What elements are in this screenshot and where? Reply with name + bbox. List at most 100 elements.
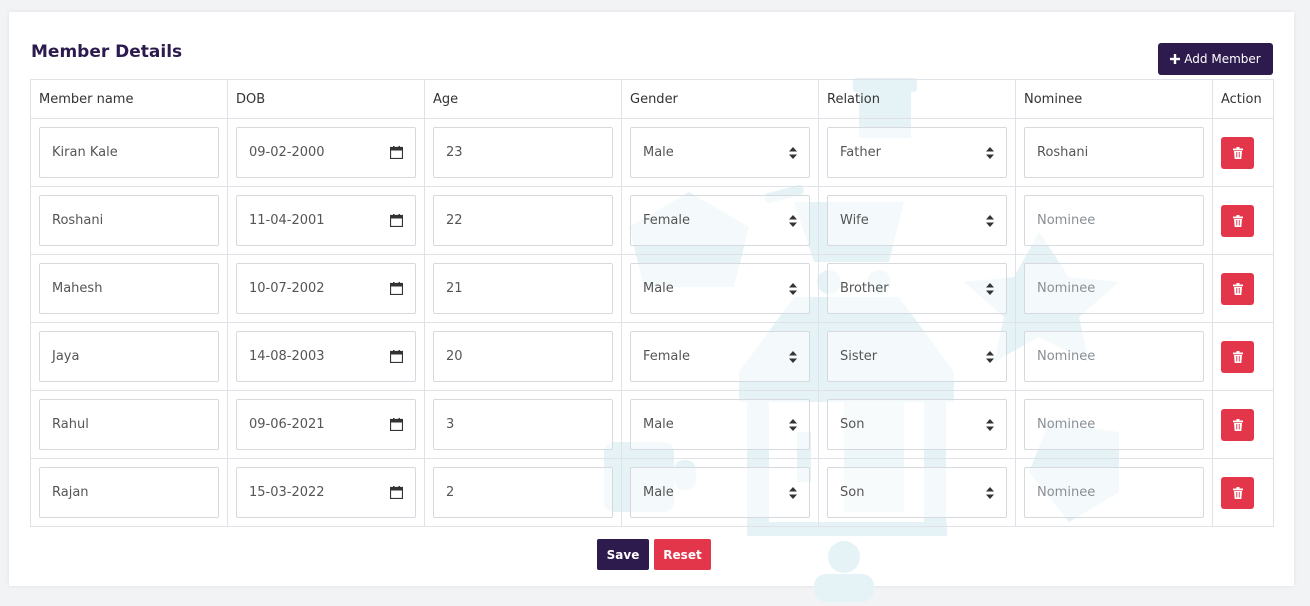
gender-select[interactable]: Male — [630, 127, 810, 178]
dob-input[interactable]: 11-04-2001 — [236, 195, 416, 246]
trash-icon — [1232, 350, 1243, 363]
member-name-input[interactable]: Mahesh — [39, 263, 219, 314]
cell-nominee: Nominee — [1015, 458, 1213, 527]
member-name-value: Roshani — [52, 213, 104, 228]
nominee-value: Roshani — [1037, 145, 1089, 160]
relation-select[interactable]: Brother — [827, 263, 1007, 314]
dob-input[interactable]: 09-02-2000 — [236, 127, 416, 178]
cell-gender: Female — [621, 322, 819, 391]
select-arrows-icon — [789, 146, 797, 159]
cell-relation: Brother — [818, 254, 1016, 323]
gender-select[interactable]: Male — [630, 399, 810, 450]
dob-value: 11-04-2001 — [249, 213, 325, 228]
delete-member-button[interactable] — [1221, 408, 1254, 441]
nominee-input[interactable]: Nominee — [1024, 467, 1204, 518]
trash-icon — [1232, 418, 1243, 431]
header-member-name: Member name — [30, 79, 228, 119]
relation-select[interactable]: Son — [827, 399, 1007, 450]
delete-member-button[interactable] — [1221, 476, 1254, 509]
relation-value: Father — [840, 145, 881, 160]
cell-gender: Male — [621, 458, 819, 527]
nominee-input[interactable]: Nominee — [1024, 263, 1204, 314]
dob-input[interactable]: 09-06-2021 — [236, 399, 416, 450]
member-details-card: Member Details Add Member Member name DO… — [9, 12, 1294, 602]
dob-input[interactable]: 15-03-2022 — [236, 467, 416, 518]
cell-age: 23 — [424, 118, 622, 187]
select-arrows-icon — [789, 350, 797, 363]
member-name-input[interactable]: Kiran Kale — [39, 127, 219, 178]
gender-select[interactable]: Male — [630, 467, 810, 518]
member-name-input[interactable]: Rahul — [39, 399, 219, 450]
gender-select[interactable]: Female — [630, 331, 810, 382]
nominee-value: Nominee — [1037, 213, 1096, 228]
cell-relation: Sister — [818, 322, 1016, 391]
delete-member-button[interactable] — [1221, 340, 1254, 373]
nominee-input[interactable]: Nominee — [1024, 331, 1204, 382]
select-arrows-icon — [986, 146, 994, 159]
calendar-icon[interactable] — [390, 214, 403, 227]
age-input[interactable]: 21 — [433, 263, 613, 314]
trash-icon — [1232, 486, 1243, 499]
header-nominee: Nominee — [1015, 79, 1213, 119]
dob-value: 09-02-2000 — [249, 145, 325, 160]
relation-value: Sister — [840, 349, 878, 364]
gender-value: Female — [643, 349, 691, 364]
member-name-value: Mahesh — [52, 281, 103, 296]
member-name-value: Rajan — [52, 485, 89, 500]
nominee-input[interactable]: Roshani — [1024, 127, 1204, 178]
age-value: 21 — [446, 281, 463, 296]
table-header-row: Member name DOB Age Gender Relation Nomi… — [30, 79, 1274, 119]
calendar-icon[interactable] — [390, 282, 403, 295]
add-member-button[interactable]: Add Member — [1158, 43, 1273, 75]
relation-select[interactable]: Son — [827, 467, 1007, 518]
relation-select[interactable]: Father — [827, 127, 1007, 178]
header-gender: Gender — [621, 79, 819, 119]
header-relation: Relation — [818, 79, 1016, 119]
dob-value: 09-06-2021 — [249, 417, 325, 432]
nominee-input[interactable]: Nominee — [1024, 399, 1204, 450]
cell-member-name: Kiran Kale — [30, 118, 228, 187]
age-value: 22 — [446, 213, 463, 228]
gender-select[interactable]: Male — [630, 263, 810, 314]
nominee-value: Nominee — [1037, 485, 1096, 500]
relation-select[interactable]: Wife — [827, 195, 1007, 246]
member-name-input[interactable]: Jaya — [39, 331, 219, 382]
age-input[interactable]: 23 — [433, 127, 613, 178]
delete-member-button[interactable] — [1221, 136, 1254, 169]
member-name-input[interactable]: Rajan — [39, 467, 219, 518]
age-input[interactable]: 22 — [433, 195, 613, 246]
header-dob: DOB — [227, 79, 425, 119]
relation-select[interactable]: Sister — [827, 331, 1007, 382]
age-input[interactable]: 3 — [433, 399, 613, 450]
gender-value: Male — [643, 145, 674, 160]
save-button[interactable]: Save — [597, 539, 649, 570]
age-input[interactable]: 20 — [433, 331, 613, 382]
dob-value: 10-07-2002 — [249, 281, 325, 296]
calendar-icon[interactable] — [390, 350, 403, 363]
plus-icon — [1170, 54, 1181, 64]
dob-input[interactable]: 14-08-2003 — [236, 331, 416, 382]
age-input[interactable]: 2 — [433, 467, 613, 518]
select-arrows-icon — [986, 282, 994, 295]
calendar-icon[interactable] — [390, 146, 403, 159]
table-row: Kiran Kale 09-02-2000 23 Male Father Ros… — [30, 118, 1274, 187]
delete-member-button[interactable] — [1221, 272, 1254, 305]
cell-dob: 14-08-2003 — [227, 322, 425, 391]
gender-value: Male — [643, 281, 674, 296]
dob-input[interactable]: 10-07-2002 — [236, 263, 416, 314]
cell-age: 22 — [424, 186, 622, 255]
gender-value: Male — [643, 417, 674, 432]
calendar-icon[interactable] — [390, 418, 403, 431]
member-name-input[interactable]: Roshani — [39, 195, 219, 246]
trash-icon — [1232, 214, 1243, 227]
nominee-input[interactable]: Nominee — [1024, 195, 1204, 246]
cell-dob: 09-06-2021 — [227, 390, 425, 459]
relation-value: Son — [840, 485, 865, 500]
gender-select[interactable]: Female — [630, 195, 810, 246]
table-row: Roshani 11-04-2001 22 Female Wife Nomine… — [30, 186, 1274, 255]
calendar-icon[interactable] — [390, 486, 403, 499]
member-name-value: Rahul — [52, 417, 89, 432]
delete-member-button[interactable] — [1221, 204, 1254, 237]
cell-member-name: Roshani — [30, 186, 228, 255]
reset-button[interactable]: Reset — [654, 539, 711, 570]
